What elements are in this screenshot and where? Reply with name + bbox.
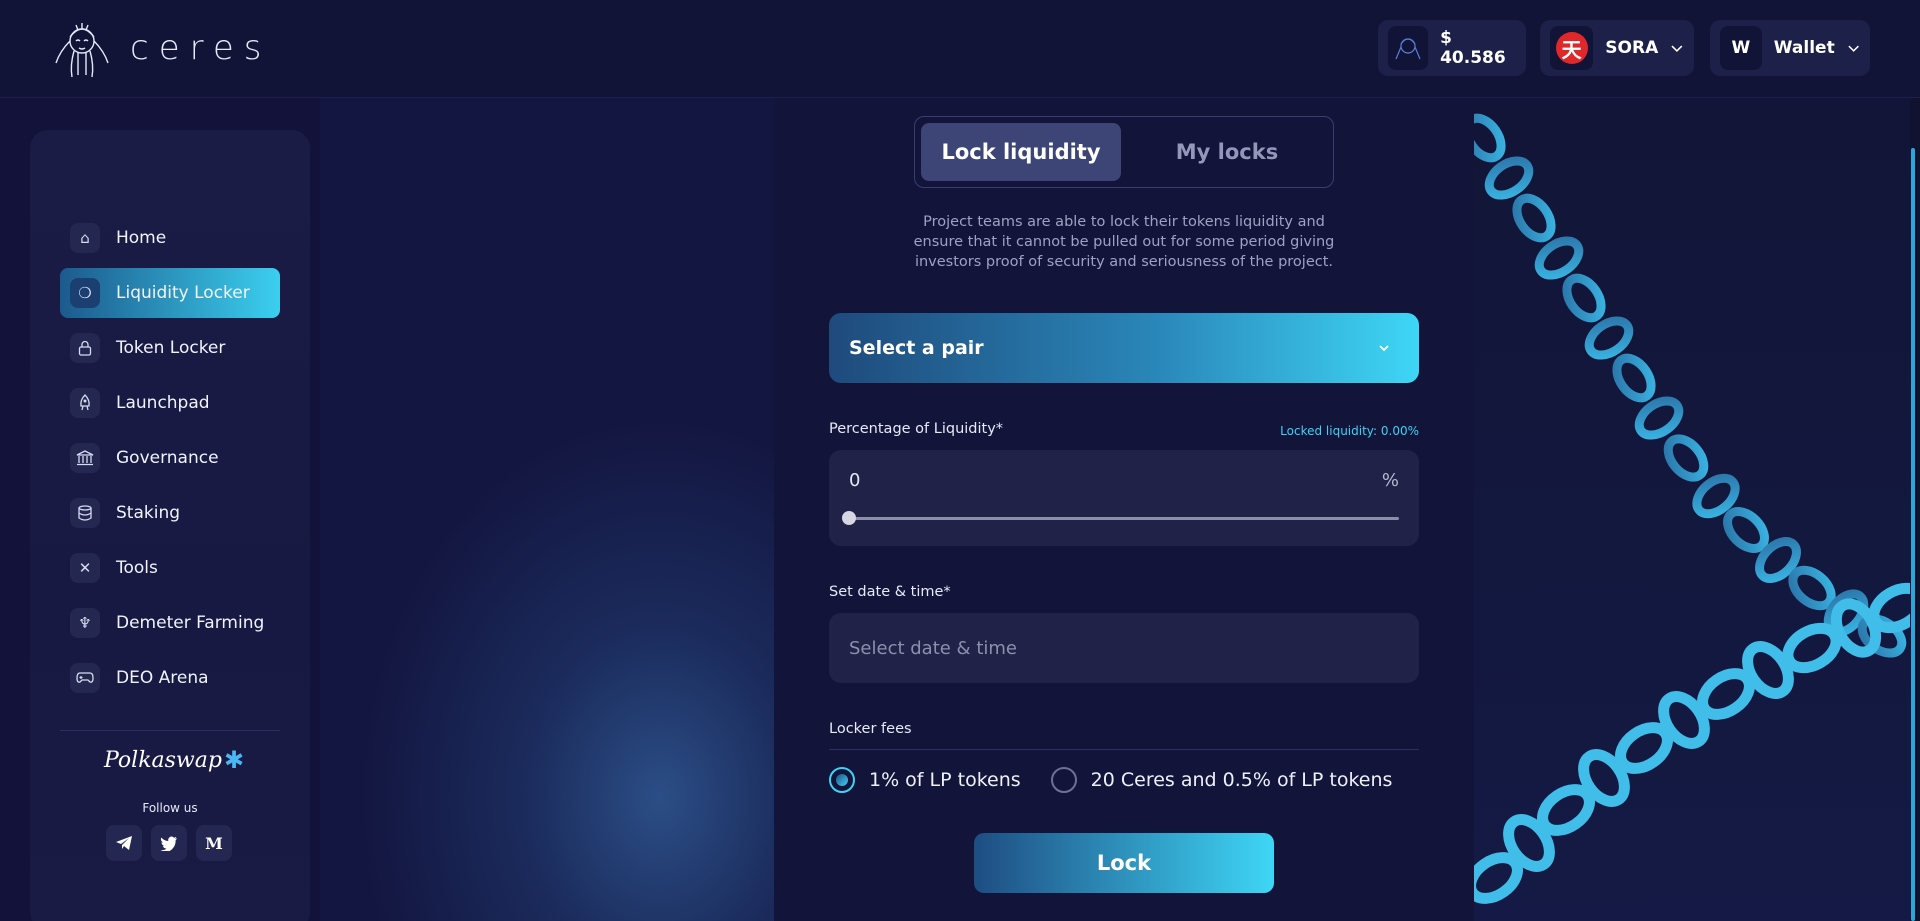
sidebar-item-home[interactable]: ⌂ Home bbox=[60, 213, 280, 263]
medium-icon[interactable]: M bbox=[196, 825, 232, 861]
sidebar-item-tools[interactable]: ✕ Tools bbox=[60, 543, 280, 593]
network-label: SORA bbox=[1605, 38, 1659, 58]
locker-fees-label: Locker fees bbox=[829, 721, 912, 737]
sidebar-item-liquidity-locker[interactable]: ❍ Liquidity Locker bbox=[60, 268, 280, 318]
bank-icon bbox=[70, 443, 100, 473]
price-currency: $ bbox=[1440, 28, 1452, 48]
sidebar-item-label: Launchpad bbox=[116, 393, 210, 413]
sidebar-item-label: Liquidity Locker bbox=[116, 283, 250, 303]
chevron-down-icon bbox=[1848, 45, 1859, 52]
fee-option-2-label[interactable]: 20 Ceres and 0.5% of LP tokens bbox=[1091, 769, 1393, 791]
brand-name: ceres bbox=[130, 28, 272, 68]
sidebar-item-label: Demeter Farming bbox=[116, 613, 265, 633]
sidebar-item-label: Governance bbox=[116, 448, 219, 468]
top-header: ceres $ 40.586 天 SORA W Wallet bbox=[0, 0, 1920, 98]
goddess-logo-icon bbox=[55, 23, 109, 78]
fee-option-1-radio[interactable] bbox=[829, 767, 855, 793]
chain-decoration bbox=[1474, 98, 1910, 921]
chain-illustration bbox=[1474, 113, 1910, 904]
sidebar-nav: ⌂ Home ❍ Liquidity Locker Token Locker L… bbox=[60, 213, 280, 708]
percentage-slider-thumb[interactable] bbox=[842, 511, 856, 525]
sidebar-item-deo-arena[interactable]: DEO Arena bbox=[60, 653, 280, 703]
sidebar-item-label: Home bbox=[116, 228, 167, 248]
network-selector[interactable]: 天 SORA bbox=[1540, 20, 1694, 76]
percent-unit: % bbox=[1381, 470, 1399, 491]
rocket-icon bbox=[70, 388, 100, 418]
ceres-logo[interactable]: ceres bbox=[48, 16, 271, 80]
locked-liquidity-info: Locked liquidity: 0.00% bbox=[1280, 424, 1419, 438]
lock-button[interactable]: Lock bbox=[974, 833, 1274, 893]
select-pair-dropdown[interactable]: Select a pair bbox=[829, 313, 1419, 383]
background-glow bbox=[320, 98, 775, 921]
sidebar-item-launchpad[interactable]: Launchpad bbox=[60, 378, 280, 428]
home-icon: ⌂ bbox=[70, 223, 100, 253]
sidebar-item-demeter-farming[interactable]: ♆ Demeter Farming bbox=[60, 598, 280, 648]
tab-switcher: Lock liquidity My locks bbox=[914, 116, 1334, 188]
sidebar-item-label: Token Locker bbox=[116, 338, 226, 358]
telegram-icon[interactable] bbox=[106, 825, 142, 861]
tools-icon: ✕ bbox=[70, 553, 100, 583]
percentage-label: Percentage of Liquidity* bbox=[829, 421, 1004, 437]
social-links: M bbox=[106, 825, 232, 861]
ceres-token-icon bbox=[1388, 26, 1429, 70]
tab-my-locks[interactable]: My locks bbox=[1127, 123, 1327, 181]
sidebar-item-staking[interactable]: Staking bbox=[60, 488, 280, 538]
percentage-input[interactable]: 0 bbox=[849, 470, 860, 491]
page-description: Project teams are able to lock their tok… bbox=[913, 214, 1335, 270]
fee-options: 1% of LP tokens 20 Ceres and 0.5% of LP … bbox=[829, 766, 1392, 794]
date-label: Set date & time* bbox=[829, 584, 951, 600]
gamepad-icon bbox=[70, 663, 100, 693]
chevron-down-icon bbox=[1671, 45, 1683, 53]
wallet-avatar: W bbox=[1720, 26, 1762, 70]
partner-name: Polkaswap bbox=[104, 747, 222, 773]
liquidity-locker-icon: ❍ bbox=[70, 278, 100, 308]
polkaswap-logo[interactable]: Polkaswap ✱ bbox=[104, 746, 244, 774]
percentage-slider-track[interactable] bbox=[849, 517, 1399, 520]
plant-icon: ♆ bbox=[70, 608, 100, 638]
wallet-button[interactable]: W Wallet bbox=[1710, 20, 1870, 76]
scrollbar-thumb[interactable] bbox=[1911, 148, 1915, 921]
percentage-field[interactable]: 0 % bbox=[829, 450, 1419, 546]
sidebar-item-governance[interactable]: Governance bbox=[60, 433, 280, 483]
chevron-down-icon bbox=[1379, 345, 1389, 352]
fee-option-2-radio[interactable] bbox=[1050, 767, 1077, 793]
twitter-icon[interactable] bbox=[151, 825, 187, 861]
lock-icon bbox=[70, 333, 100, 363]
database-icon bbox=[70, 498, 100, 528]
tab-lock-liquidity[interactable]: Lock liquidity bbox=[921, 123, 1121, 181]
follow-us-label: Follow us bbox=[142, 801, 198, 815]
sora-logo-icon: 天 bbox=[1555, 32, 1588, 64]
sidebar-divider bbox=[60, 730, 280, 731]
wallet-label: Wallet bbox=[1773, 38, 1835, 58]
polkaswap-flower-icon: ✱ bbox=[223, 746, 245, 774]
fee-option-1-label[interactable]: 1% of LP tokens bbox=[869, 769, 1021, 791]
fees-divider bbox=[829, 749, 1419, 750]
sidebar: ⌂ Home ❍ Liquidity Locker Token Locker L… bbox=[30, 130, 310, 921]
ceres-price-widget[interactable]: $ 40.586 bbox=[1378, 20, 1526, 76]
date-time-picker[interactable]: Select date & time bbox=[829, 613, 1419, 683]
price-value: 40.586 bbox=[1440, 48, 1506, 68]
wallet-initial: W bbox=[1731, 38, 1751, 58]
sidebar-item-token-locker[interactable]: Token Locker bbox=[60, 323, 280, 373]
sidebar-item-label: Staking bbox=[116, 503, 181, 523]
sidebar-item-label: Tools bbox=[116, 558, 158, 578]
sidebar-item-label: DEO Arena bbox=[116, 668, 209, 688]
select-pair-label: Select a pair bbox=[849, 337, 984, 359]
